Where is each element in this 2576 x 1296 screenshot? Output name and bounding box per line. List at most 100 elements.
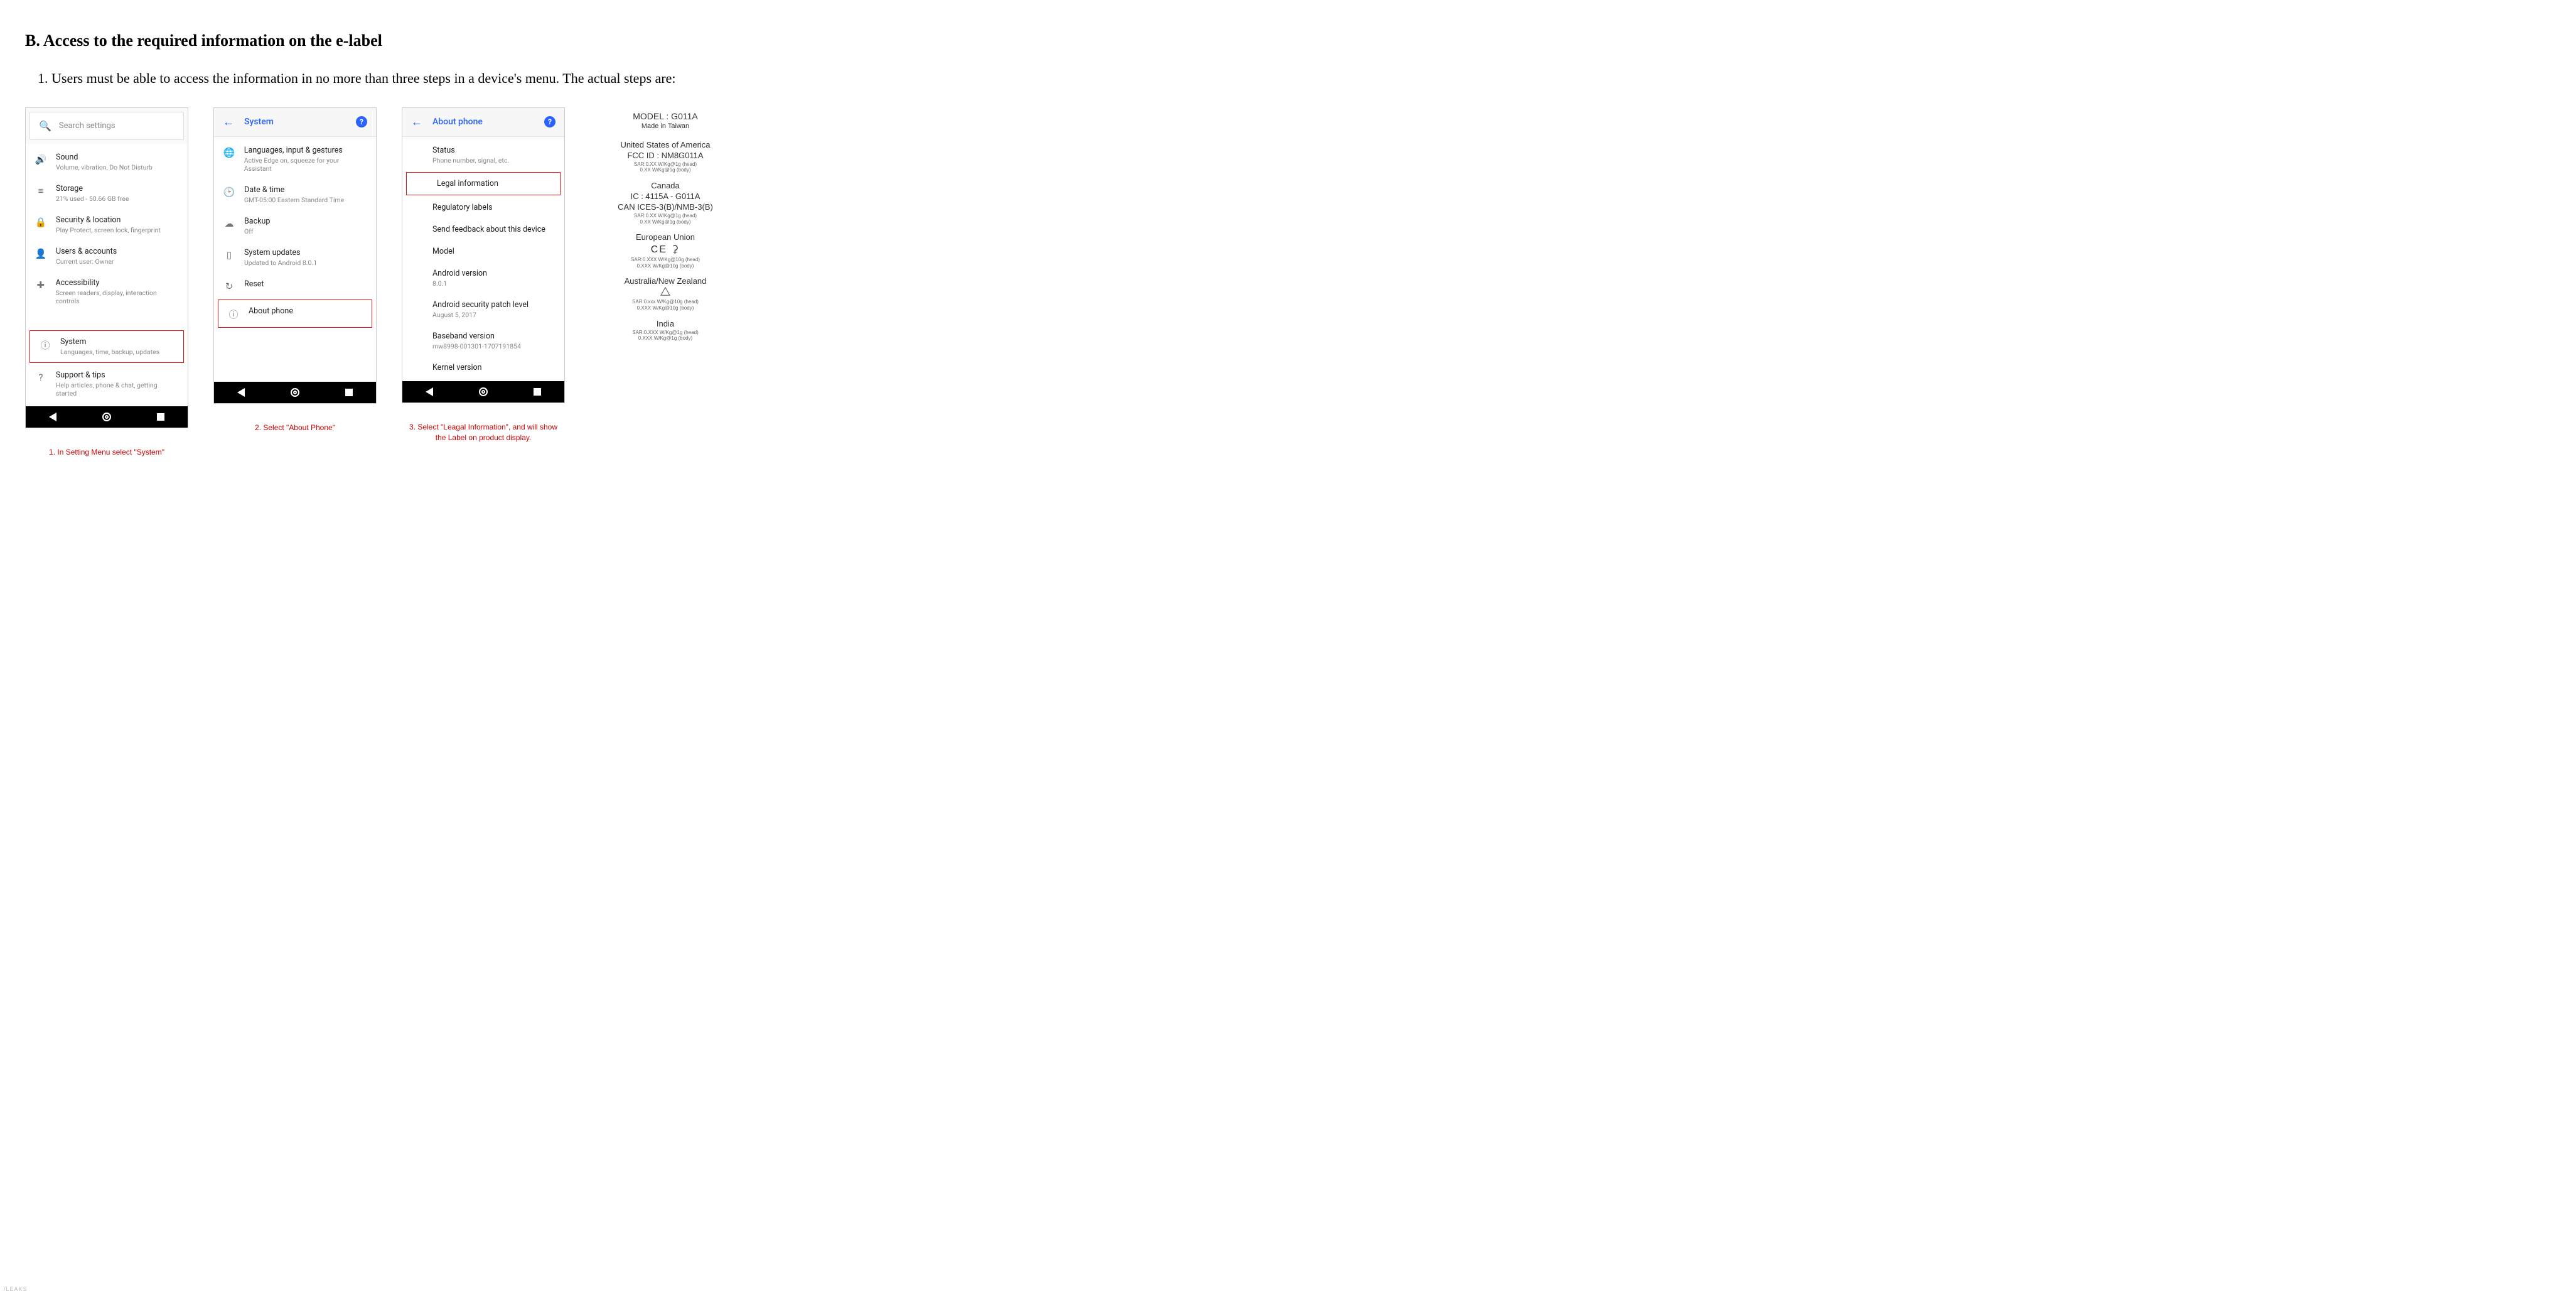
settings-item[interactable]: ▯System updatesUpdated to Android 8.0.1 <box>214 242 376 273</box>
back-arrow-icon[interactable]: ← <box>223 116 234 129</box>
nav-home-icon[interactable] <box>291 388 299 397</box>
item-title: Legal information <box>437 179 498 188</box>
item-icon: ⓘ <box>39 338 51 352</box>
elabel-sar: SAR:0.xxx W/Kg@10g (head)0.XXX W/Kg@10g … <box>590 299 741 311</box>
item-icon: 🔊 <box>35 154 47 165</box>
settings-item[interactable]: Legal information <box>406 172 561 195</box>
screen1-body: 🔊 SoundVolume, vibration, Do Not Disturb ≡… <box>26 144 188 406</box>
screen3-col: ← About phone ? StatusPhone number, sign… <box>402 107 565 443</box>
back-arrow-icon[interactable]: ← <box>411 116 422 129</box>
settings-item[interactable]: Model <box>402 240 564 262</box>
settings-item[interactable]: 🌐 Languages, input & gesturesActive Edge … <box>214 139 376 179</box>
item-subtitle: 8.0.1 <box>432 279 487 288</box>
settings-item[interactable]: Baseband versionmw8998-001301-1707191854 <box>402 325 564 357</box>
item-subtitle: Help articles, phone & chat, getting sta… <box>56 381 179 397</box>
elabel-panel: MODEL : G011AMade in TaiwanUnited States… <box>590 107 741 344</box>
item-icon: 🕑 <box>223 186 235 198</box>
item-subtitle: Updated to Android 8.0.1 <box>244 259 317 267</box>
item-title: About phone <box>249 306 293 316</box>
settings-item[interactable]: 🔒Security & locationPlay Protect, screen… <box>26 209 188 240</box>
nav-bar <box>402 381 564 402</box>
item-subtitle: August 5, 2017 <box>432 311 529 319</box>
screen3-header: ← About phone ? <box>402 108 564 137</box>
settings-item[interactable]: ↻ Reset <box>214 273 376 298</box>
help-icon[interactable]: ? <box>544 116 555 127</box>
screen3-caption: 3. Select "Leagal Information", and will… <box>408 422 559 443</box>
elabel-symbol: CE ⚳ <box>590 243 741 256</box>
settings-item[interactable]: ≡Storage21% used - 50.66 GB free <box>26 178 188 209</box>
item-icon: ≡ <box>35 185 47 197</box>
item-icon: ↻ <box>223 281 235 292</box>
settings-item[interactable]: Kernel version <box>402 357 564 379</box>
item-title: Android version <box>432 269 487 278</box>
item-icon: 🌐 <box>223 147 235 158</box>
item-subtitle: Languages, time, backup, updates <box>60 348 159 356</box>
item-title: Reset <box>244 279 264 289</box>
settings-item[interactable]: ☁BackupOff <box>214 210 376 242</box>
item-title: Status <box>432 146 509 155</box>
nav-recent-icon[interactable] <box>345 389 353 396</box>
elabel-model: MODEL : G011A <box>590 111 741 121</box>
elabel-region: Australia/New Zealand <box>590 276 741 286</box>
settings-item[interactable]: 🔊 SoundVolume, vibration, Do Not Disturb <box>26 146 188 178</box>
item-icon: ⓘ <box>227 308 240 321</box>
settings-item[interactable]: ⓘSystemLanguages, time, backup, updates <box>30 330 184 363</box>
elabel-sar: SAR:0.XXX W/Kg@1g (head)0.XXX W/Kg@1g (b… <box>590 330 741 342</box>
elabel-sar: SAR:0.XX W/Kg@1g (head)0.XX W/Kg@1g (bod… <box>590 213 741 225</box>
settings-item[interactable]: 👤Users & accountsCurrent user: Owner <box>26 240 188 272</box>
settings-item[interactable]: Send feedback about this device <box>402 219 564 240</box>
screenshots-row: 🔍 Search settings 🔊 SoundVolume, vibratio… <box>25 107 2551 458</box>
nav-bar <box>214 382 376 403</box>
rcm-icon <box>660 287 670 296</box>
item-title: Languages, input & gestures <box>244 146 367 155</box>
item-subtitle: Off <box>244 227 270 235</box>
item-title: Backup <box>244 217 270 226</box>
search-bar[interactable]: 🔍 Search settings <box>30 112 184 140</box>
screen1-caption: 1. In Setting Menu select "System" <box>49 447 164 458</box>
elabel-made: Made in Taiwan <box>590 122 741 130</box>
item-title: Kernel version <box>432 363 482 372</box>
elabel-region: European Union <box>590 232 741 242</box>
nav-back-icon[interactable] <box>49 413 56 421</box>
nav-recent-icon[interactable] <box>534 388 541 396</box>
item-title: Android security patch level <box>432 300 529 310</box>
settings-item[interactable]: ?Support & tipsHelp articles, phone & ch… <box>26 364 188 404</box>
nav-back-icon[interactable] <box>237 388 245 397</box>
settings-item[interactable]: Android version8.0.1 <box>402 262 564 294</box>
item-subtitle: Current user: Owner <box>56 257 117 266</box>
item-subtitle: Volume, vibration, Do Not Disturb <box>56 163 153 171</box>
item-icon: ✚ <box>35 279 46 291</box>
settings-item[interactable]: StatusPhone number, signal, etc. <box>402 139 564 171</box>
elabel-col: MODEL : G011AMade in TaiwanUnited States… <box>590 107 741 344</box>
nav-home-icon[interactable] <box>479 387 488 396</box>
settings-item[interactable]: ✚AccessibilityScreen readers, display, i… <box>26 272 188 311</box>
settings-item[interactable]: ⓘ About phone <box>218 300 372 328</box>
screen2-col: ← System ? 🌐Languages, input & gesturesA… <box>213 107 377 433</box>
screen2-header: ← System ? <box>214 108 376 137</box>
screen2-body: 🌐 Languages, input & gesturesActive Edge … <box>214 137 376 382</box>
screen1-phone: 🔍 Search settings 🔊 SoundVolume, vibratio… <box>25 107 188 428</box>
nav-recent-icon[interactable] <box>157 413 164 421</box>
elabel-region: Canada <box>590 181 741 190</box>
item-title: Send feedback about this device <box>432 225 545 234</box>
nav-home-icon[interactable] <box>102 413 111 421</box>
item-title: System updates <box>244 248 317 257</box>
settings-item[interactable]: Regulatory labels <box>402 197 564 219</box>
item-subtitle: Play Protect, screen lock, fingerprint <box>56 226 161 234</box>
section-heading: B. Access to the required information on… <box>25 31 2551 50</box>
help-icon[interactable]: ? <box>356 116 367 127</box>
elabel-line: CAN ICES-3(B)/NMB-3(B) <box>590 202 741 212</box>
item-title: Model <box>432 247 454 256</box>
elabel-sar: SAR:0.XX W/Kg@1g (head)0.XX W/Kg@1g (bod… <box>590 161 741 173</box>
elabel-sar: SAR:0.XXX W/Kg@10g (head)0.XXX W/Kg@10g … <box>590 257 741 269</box>
elabel-line: IC : 4115A - G011A <box>590 192 741 201</box>
item-icon: 👤 <box>35 248 47 259</box>
nav-back-icon[interactable] <box>426 387 433 396</box>
item-title: Sound <box>56 153 153 162</box>
screen2-phone: ← System ? 🌐Languages, input & gesturesA… <box>213 107 377 404</box>
item-title: Support & tips <box>56 370 179 380</box>
settings-item[interactable]: 🕑Date & timeGMT-05:00 Eastern Standard T… <box>214 179 376 210</box>
settings-item[interactable]: Android security patch levelAugust 5, 20… <box>402 294 564 325</box>
item-subtitle: 21% used - 50.66 GB free <box>56 195 129 203</box>
item-subtitle: Active Edge on, squeeze for your Assista… <box>244 156 367 173</box>
